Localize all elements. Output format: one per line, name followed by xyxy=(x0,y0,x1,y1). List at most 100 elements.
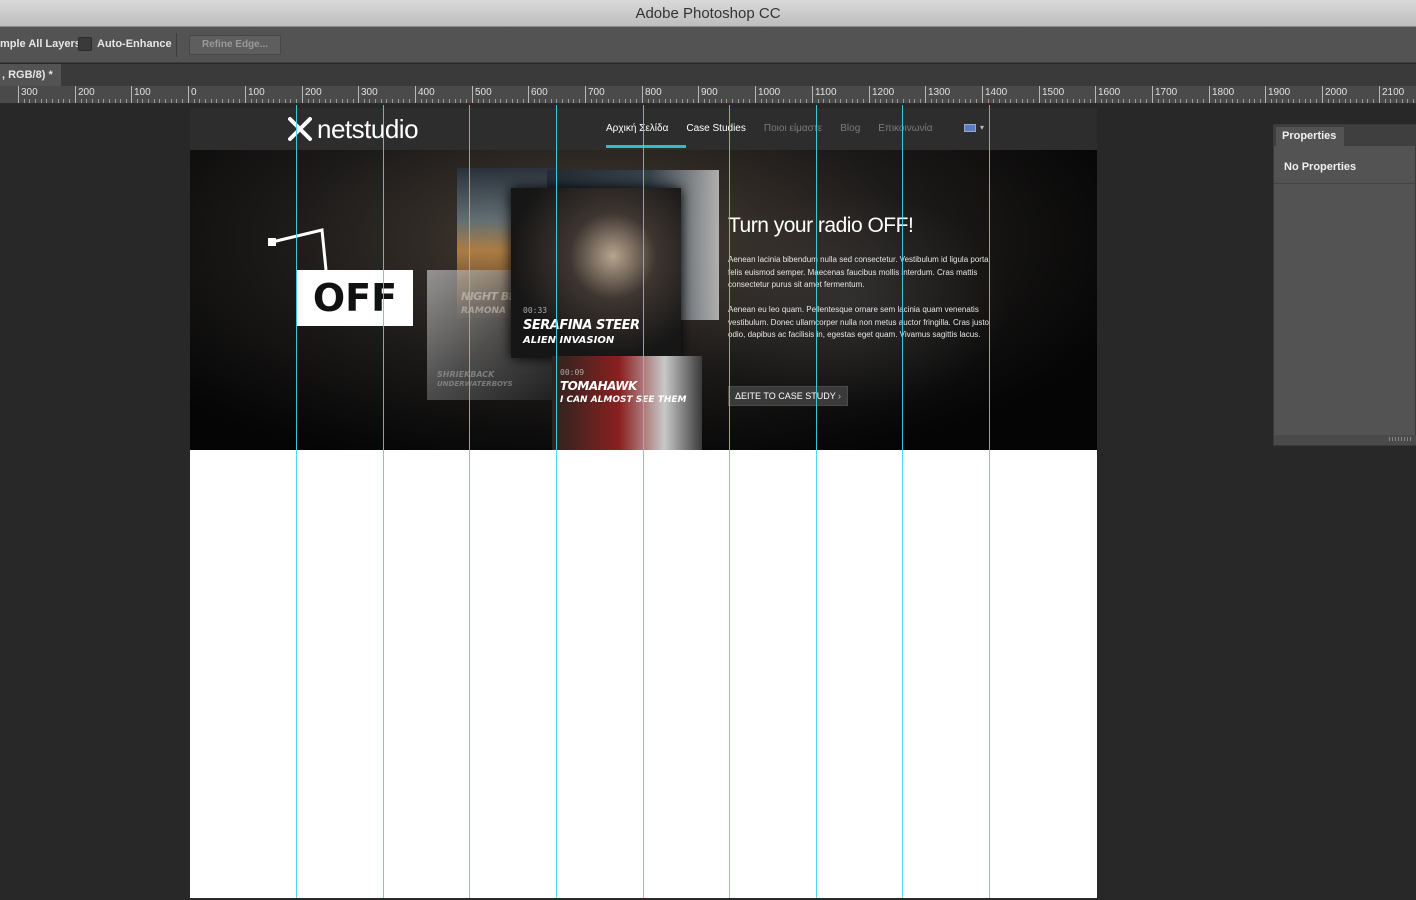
ruler-label: 2100 xyxy=(1382,87,1405,98)
ruler-minor-tick xyxy=(857,99,858,103)
ruler-minor-tick xyxy=(1129,99,1130,103)
ruler-minor-tick xyxy=(1288,99,1289,103)
ruler-minor-tick xyxy=(1056,99,1057,103)
panel-tab-strip: Properties xyxy=(1274,125,1416,146)
ruler-minor-tick xyxy=(41,99,42,103)
ruler-minor-tick xyxy=(749,99,750,103)
vertical-guide[interactable] xyxy=(816,105,817,898)
ruler-minor-tick xyxy=(1385,99,1386,103)
nav-item-contact[interactable]: Επικοινωνία xyxy=(878,123,932,134)
ruler-minor-tick xyxy=(993,99,994,103)
vertical-guide[interactable] xyxy=(643,105,644,898)
ruler-minor-tick xyxy=(1062,99,1063,103)
chevron-right-icon: › xyxy=(838,391,841,401)
nav-item-home[interactable]: Αρχική Σελίδα xyxy=(606,123,668,134)
ruler-minor-tick xyxy=(579,99,580,103)
vertical-guide[interactable] xyxy=(383,105,384,898)
ruler-minor-tick xyxy=(1276,99,1277,103)
ruler-minor-tick xyxy=(369,99,370,103)
ruler-major-tick xyxy=(131,86,132,103)
ruler-major-tick xyxy=(472,86,473,103)
resize-grip-icon[interactable] xyxy=(1389,437,1411,441)
nav-item-case-studies[interactable]: Case Studies xyxy=(686,123,745,134)
ruler-minor-tick xyxy=(443,99,444,103)
ruler-label: 300 xyxy=(361,87,378,98)
ruler-minor-tick xyxy=(466,99,467,103)
ruler-minor-tick xyxy=(1237,99,1238,103)
ruler-label: 100 xyxy=(248,87,265,98)
properties-panel: Properties No Properties xyxy=(1273,124,1416,446)
album-time: 02:55 xyxy=(461,276,486,285)
ruler-minor-tick xyxy=(778,99,779,103)
ruler-major-tick xyxy=(1039,86,1040,103)
ruler-label: 1000 xyxy=(758,87,781,98)
ruler-minor-tick xyxy=(1402,99,1403,103)
ruler-minor-tick xyxy=(591,99,592,103)
ruler-label: 1700 xyxy=(1155,87,1178,98)
album-time: 00:33 xyxy=(523,306,548,315)
ruler-minor-tick xyxy=(852,99,853,103)
ruler-minor-tick xyxy=(165,99,166,103)
ruler-minor-tick xyxy=(761,99,762,103)
ruler-minor-tick xyxy=(670,99,671,103)
ruler-minor-tick xyxy=(1033,99,1034,103)
ruler-minor-tick xyxy=(613,99,614,103)
ruler-label: 0 xyxy=(191,87,197,98)
ruler-minor-tick xyxy=(336,99,337,103)
nav-item-blog[interactable]: Blog xyxy=(840,123,860,134)
ruler-minor-tick xyxy=(216,99,217,103)
ruler-minor-tick xyxy=(1282,99,1283,103)
ruler-label: 1100 xyxy=(815,87,837,98)
ruler-minor-tick xyxy=(251,99,252,103)
vertical-guide[interactable] xyxy=(556,105,557,898)
ruler-minor-tick xyxy=(81,99,82,103)
ruler-major-tick xyxy=(188,86,189,103)
sample-all-layers-label[interactable]: mple All Layers xyxy=(0,38,81,50)
ruler-minor-tick xyxy=(364,99,365,103)
ruler-label: 1500 xyxy=(1042,87,1065,98)
ruler-minor-tick xyxy=(1180,99,1181,103)
ruler-minor-tick xyxy=(659,99,660,103)
auto-enhance-label[interactable]: Auto-Enhance xyxy=(97,38,172,50)
ruler-minor-tick xyxy=(1010,99,1011,103)
horizontal-ruler[interactable]: 300 200 100 0 100 200 300 400 500 600 700 800 900 100… xyxy=(0,86,1416,104)
ruler-minor-tick xyxy=(86,99,87,103)
ruler-minor-tick xyxy=(1396,99,1397,103)
ruler-minor-tick xyxy=(1175,99,1176,103)
vertical-guide[interactable] xyxy=(729,105,730,898)
greek-flag-icon[interactable] xyxy=(964,124,976,132)
auto-enhance-checkbox[interactable] xyxy=(78,37,92,51)
ruler-minor-tick xyxy=(1305,99,1306,103)
netstudio-logo-icon xyxy=(287,116,313,142)
document-tab[interactable]: , RGB/8) * xyxy=(0,64,61,86)
hero-title: Turn your radio OFF! xyxy=(728,214,914,237)
vertical-guide[interactable] xyxy=(296,105,297,898)
refine-edge-button[interactable]: Refine Edge... xyxy=(189,35,281,55)
vertical-guide[interactable] xyxy=(469,105,470,898)
ruler-major-tick xyxy=(18,86,19,103)
language-caret-icon[interactable]: ▾ xyxy=(980,123,984,132)
ruler-minor-tick xyxy=(1220,99,1221,103)
ruler-minor-tick xyxy=(738,99,739,103)
ruler-minor-tick xyxy=(1203,99,1204,103)
ruler-minor-tick xyxy=(1158,99,1159,103)
ruler-minor-tick xyxy=(846,99,847,103)
nav-item-about[interactable]: Ποιοι είμαστε xyxy=(764,123,822,134)
tab-properties[interactable]: Properties xyxy=(1276,127,1344,146)
ruler-minor-tick xyxy=(256,99,257,103)
album-subtitle: ALIEN INVASION xyxy=(523,335,615,346)
vertical-guide[interactable] xyxy=(902,105,903,898)
ruler-minor-tick xyxy=(92,99,93,103)
ruler-minor-tick xyxy=(1373,99,1374,103)
ruler-minor-tick xyxy=(1022,99,1023,103)
ruler-minor-tick xyxy=(483,99,484,103)
case-study-button[interactable]: ΔΕΙΤΕ ΤΟ CASE STUDY › xyxy=(728,386,848,406)
ruler-minor-tick xyxy=(534,99,535,103)
ruler-minor-tick xyxy=(1249,99,1250,103)
ruler-minor-tick xyxy=(342,99,343,103)
ruler-minor-tick xyxy=(194,99,195,103)
ruler-minor-tick xyxy=(625,99,626,103)
ruler-minor-tick xyxy=(920,99,921,103)
vertical-guide[interactable] xyxy=(989,105,990,898)
ruler-minor-tick xyxy=(1084,99,1085,103)
